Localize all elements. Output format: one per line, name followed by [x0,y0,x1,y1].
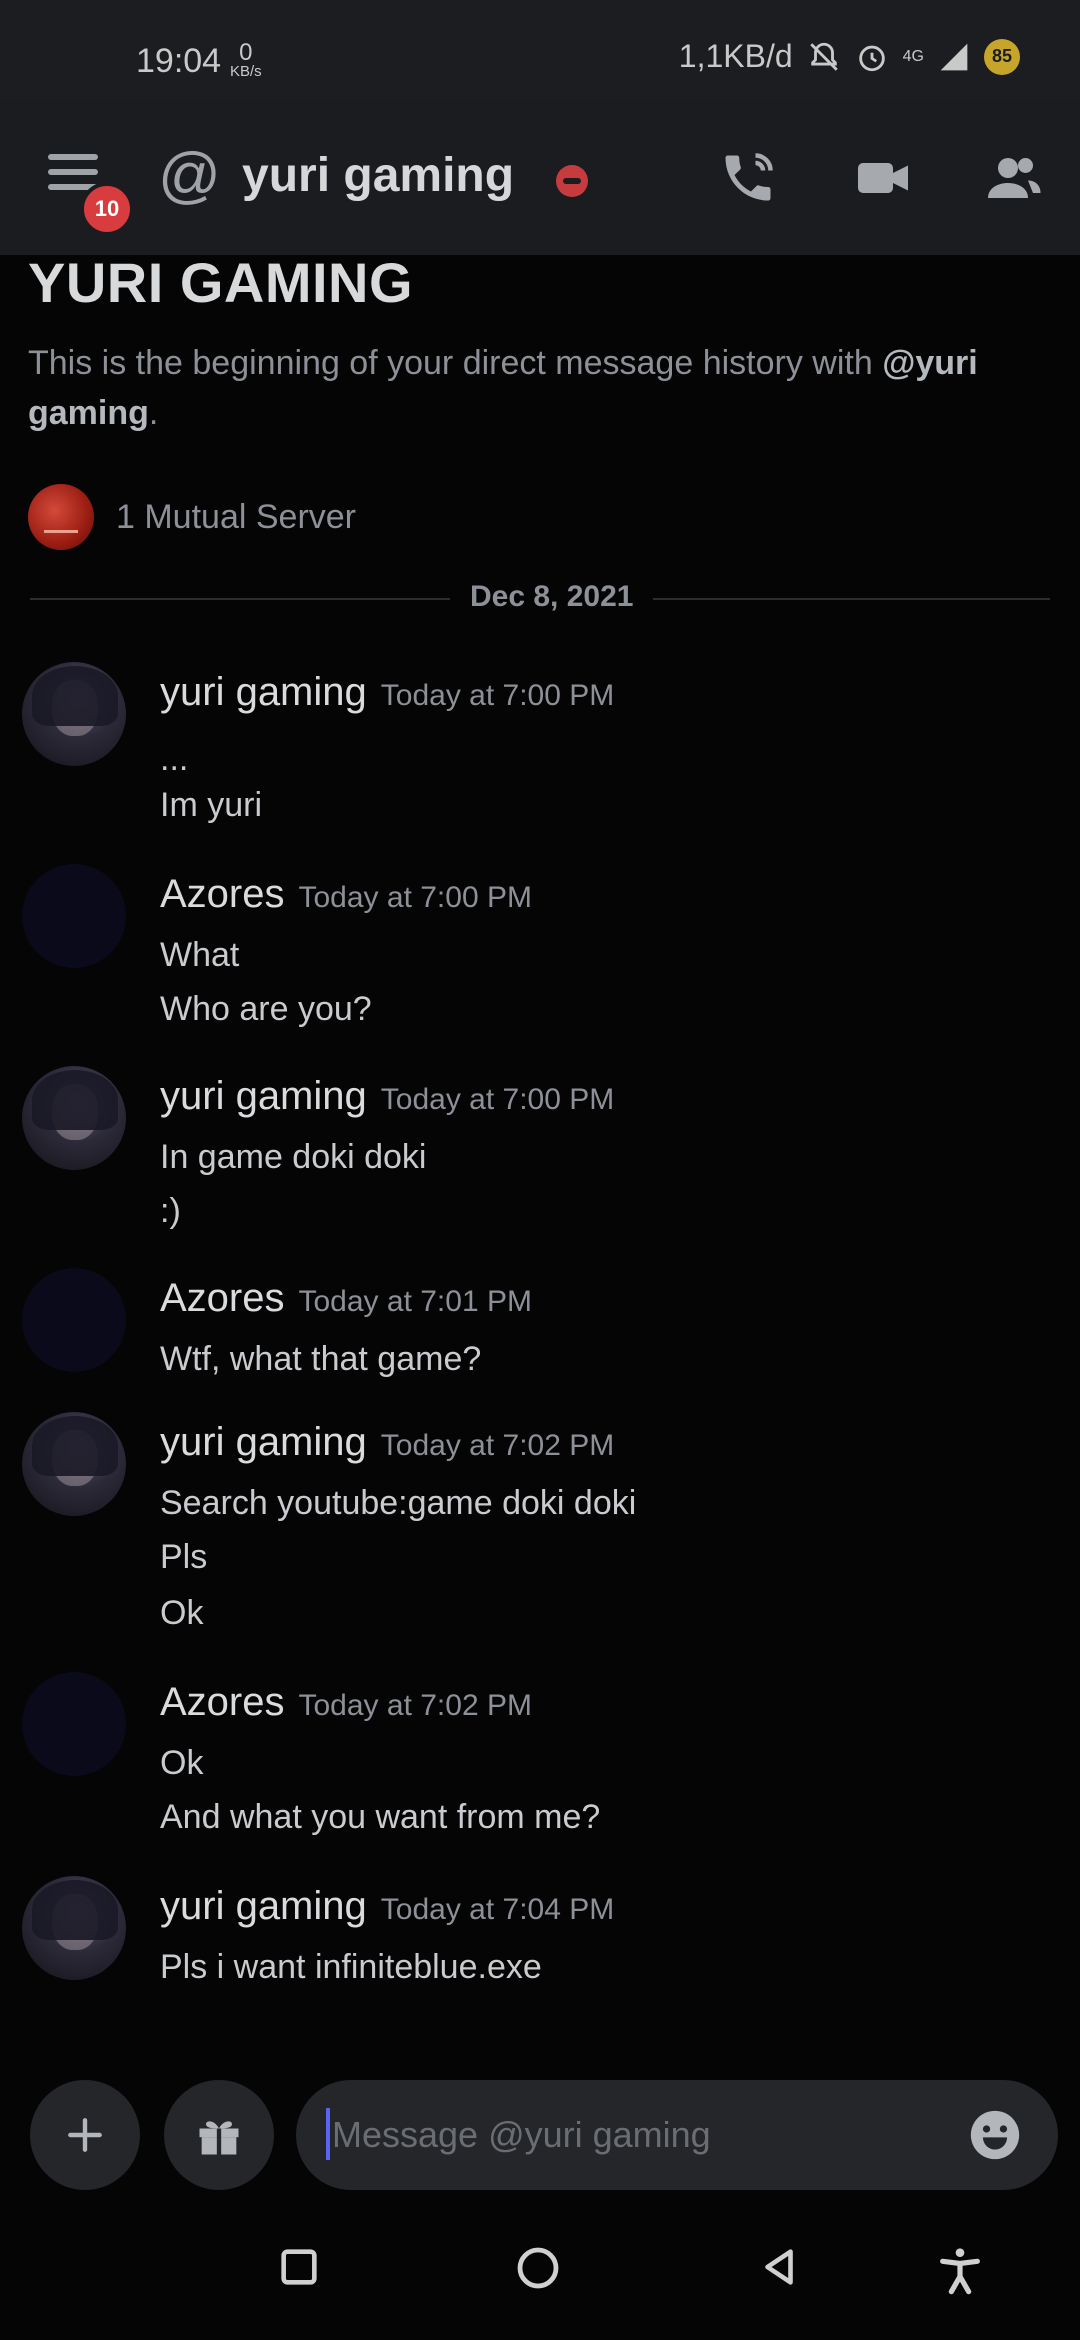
signal-icon [940,43,968,70]
bell-muted-icon [809,42,838,71]
message-line: Pls i want infiniteblue.exe [160,1948,542,1986]
mutual-servers[interactable]: 1 Mutual Server [28,484,356,550]
voice-call-icon[interactable] [718,148,778,208]
message-author: Azores Today at 7:01 PM [160,1276,532,1320]
message-author: yuri gaming Today at 7:02 PM [160,1420,615,1464]
avatar[interactable] [22,1876,126,1980]
avatar[interactable] [22,1066,126,1170]
message-line: Who are you? [160,990,372,1028]
message-input[interactable] [330,2104,934,2166]
recents-icon[interactable] [276,2244,322,2290]
message-input-wrapper [296,2080,1058,2190]
system-navigation-bar [0,2200,1080,2340]
accessibility-icon[interactable] [934,2244,986,2296]
avatar[interactable] [22,1268,126,1372]
message-line: Im yuri [160,786,262,824]
message-line: Search youtube:game doki doki [160,1484,637,1522]
server-icon [28,484,94,550]
emoji-icon[interactable] [966,2106,1024,2164]
avatar[interactable] [22,864,126,968]
avatar[interactable] [22,1412,126,1516]
message-timestamp: Today at 7:04 PM [380,1893,615,1926]
avatar[interactable] [22,662,126,766]
message-timestamp: Today at 7:00 PM [380,679,615,712]
message-line: What [160,936,240,974]
status-bar: 19:04 0 KB/s 1,1KB/d 4G 85 [0,0,1080,100]
gift-icon [199,2121,239,2155]
message-author: yuri gaming Today at 7:00 PM [160,1074,615,1118]
message-author: Azores Today at 7:02 PM [160,1680,532,1724]
message-author: Azores Today at 7:00 PM [160,872,532,916]
message-timestamp: Today at 7:00 PM [298,881,532,914]
message-timestamp: Today at 7:00 PM [380,1083,615,1116]
chat-header: 10 @ yuri gaming [0,100,1080,255]
dnd-status-icon [556,165,588,197]
message-author: yuri gaming Today at 7:04 PM [160,1884,615,1928]
message-timestamp: Today at 7:02 PM [298,1689,532,1722]
alarm-icon [858,45,885,71]
gift-button[interactable] [164,2080,274,2190]
home-icon[interactable] [514,2244,562,2292]
message-author: yuri gaming Today at 7:00 PM [160,670,615,714]
mutual-servers-label: 1 Mutual Server [116,497,356,536]
network-type: 4G [902,47,924,65]
message-line: And what you want from me? [160,1798,601,1836]
status-time: 19:04 [136,42,222,80]
members-icon[interactable] [982,148,1044,208]
plus-icon [68,2118,102,2152]
video-call-icon[interactable] [852,148,914,208]
page-title[interactable]: yuri gaming [242,148,514,203]
dm-intro-title: YURI GAMING [28,251,414,314]
back-icon[interactable] [756,2244,802,2290]
message-line: Pls [160,1538,208,1576]
net-speed-value: 0 [239,39,253,66]
message-timestamp: Today at 7:02 PM [380,1429,615,1462]
battery-icon: 85 [984,38,1020,75]
message-line: Ok [160,1744,204,1782]
data-usage: 1,1KB/d [678,38,793,74]
status-icons: 1,1KB/d 4G 85 [679,38,1020,75]
message-composer [0,2060,1080,2200]
date-divider-label: Dec 8, 2021 [450,580,654,614]
message-line: Wtf, what that game? [160,1340,482,1378]
attach-button[interactable] [30,2080,140,2190]
unread-badge: 10 [80,182,134,236]
message-line: ... [160,740,189,778]
net-speed: 0 KB/s [230,39,262,80]
at-icon: @ [158,141,221,210]
message-line: In game doki doki [160,1138,427,1176]
dm-intro-description: This is the beginning of your direct mes… [28,344,978,432]
avatar[interactable] [22,1672,126,1776]
message-timestamp: Today at 7:01 PM [298,1285,532,1318]
net-speed-unit: KB/s [230,63,262,80]
message-line: :) [160,1192,181,1230]
message-line: Ok [160,1594,204,1632]
